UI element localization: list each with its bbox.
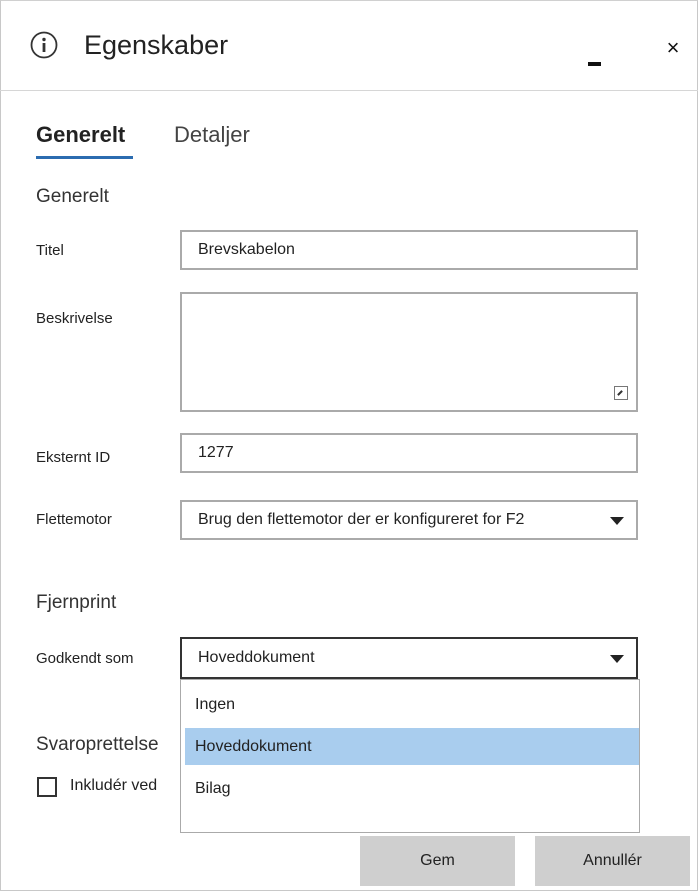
tab-generelt[interactable]: Generelt [36,122,125,148]
approved-as-dropdown-list: Ingen Hoveddokument Bilag [180,679,640,833]
dialog-title: Egenskaber [84,30,229,60]
title-input[interactable]: Brevskabelon [180,230,638,270]
merge-engine-select[interactable]: Brug den flettemotor der er konfigureret… [180,500,638,540]
external-id-input[interactable]: 1277 [180,433,638,473]
minimize-button[interactable] [578,30,608,70]
chevron-down-icon [610,655,624,663]
close-button[interactable]: × [658,34,688,64]
description-label: Beskrivelse [36,310,113,327]
section-title-remote-print: Fjernprint [36,592,117,613]
cancel-button[interactable]: Annullér [535,836,690,886]
section-title-general: Generelt [36,186,109,207]
title-label: Titel [36,242,64,259]
minimize-icon [588,62,601,66]
merge-engine-label: Flettemotor [36,511,112,528]
option-ingen[interactable]: Ingen [185,686,639,723]
title-bar: Egenskaber × [0,0,698,91]
description-resize-area [180,292,638,412]
approved-as-label: Godkendt som [36,650,134,667]
info-icon [30,31,58,59]
option-hoveddokument[interactable]: Hoveddokument [185,728,639,765]
approved-as-value: Hoveddokument [198,649,315,666]
include-checkbox-label: Inkludér ved [70,777,158,794]
option-bilag[interactable]: Bilag [185,770,639,807]
section-title-reply: Svaroprettelse [36,734,159,755]
active-tab-indicator [36,156,133,159]
chevron-down-icon [610,517,624,525]
resize-icon[interactable] [614,386,628,400]
merge-engine-value: Brug den flettemotor der er konfigureret… [198,511,525,528]
save-button[interactable]: Gem [360,836,515,886]
approved-as-select[interactable]: Hoveddokument [180,637,638,679]
external-id-label: Eksternt ID [36,449,111,466]
include-checkbox[interactable] [37,777,57,797]
tab-detaljer[interactable]: Detaljer [174,122,250,148]
